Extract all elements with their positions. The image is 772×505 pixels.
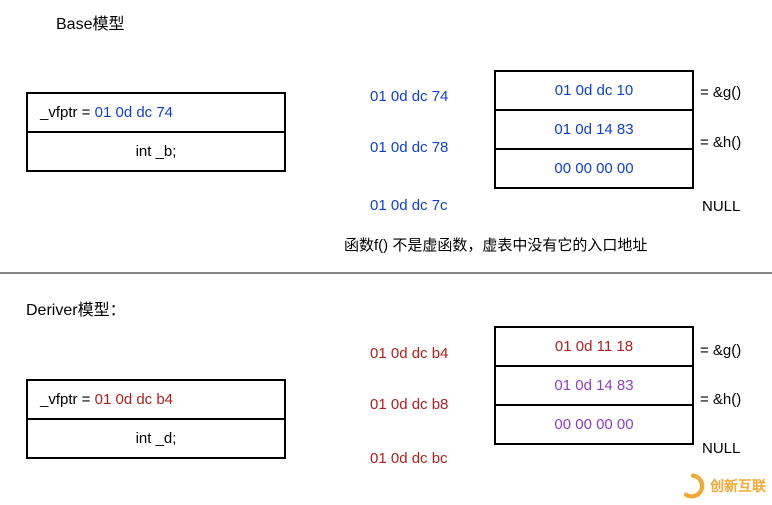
vtable-val-2: 00 00 00 00 — [554, 416, 633, 433]
deriver-object-box: _vfptr = 01 0d dc b4 int _d; — [26, 379, 286, 459]
vfptr-label: _vfptr = — [40, 104, 90, 121]
member-label: int _b; — [40, 143, 272, 160]
vtable-row-1: 01 0d 14 83 — [496, 367, 692, 406]
base-title: Base模型 — [56, 10, 124, 34]
watermark-text: 创新互联 — [710, 476, 766, 496]
vtable-row-1: 01 0d 14 83 — [496, 111, 692, 150]
base-addr-2: 01 0d dc 7c — [370, 197, 448, 214]
vtable-val-2: 00 00 00 00 — [554, 160, 633, 177]
vtable-row-2: 00 00 00 00 — [496, 406, 692, 443]
section-divider — [0, 272, 772, 274]
vfptr-value: 01 0d dc b4 — [95, 391, 173, 408]
base-member-row: int _b; — [28, 133, 284, 170]
vtable-val-1: 01 0d 14 83 — [554, 377, 633, 394]
watermark: 创新互联 — [680, 473, 766, 499]
deriver-eq-0: = &g() — [700, 342, 741, 359]
base-eq-0: = &g() — [700, 84, 741, 101]
vtable-val-1: 01 0d 14 83 — [554, 121, 633, 138]
deriver-member-row: int _d; — [28, 420, 284, 457]
base-eq-2: NULL — [702, 198, 740, 215]
base-vfptr-row: _vfptr = 01 0d dc 74 — [28, 94, 284, 133]
vtable-row-0: 01 0d dc 10 — [496, 72, 692, 111]
watermark-logo-icon — [680, 473, 706, 499]
deriver-eq-1: = &h() — [700, 391, 741, 408]
base-note: 函数f() 不是虚函数，虚表中没有它的入口地址 — [344, 234, 647, 255]
deriver-addr-2: 01 0d dc bc — [370, 450, 448, 467]
deriver-vtable: 01 0d 11 18 01 0d 14 83 00 00 00 00 — [494, 326, 694, 445]
vtable-row-0: 01 0d 11 18 — [496, 328, 692, 367]
vtable-val-0: 01 0d 11 18 — [555, 338, 633, 355]
base-object-box: _vfptr = 01 0d dc 74 int _b; — [26, 92, 286, 172]
base-addr-1: 01 0d dc 78 — [370, 139, 448, 156]
deriver-vfptr-row: _vfptr = 01 0d dc b4 — [28, 381, 284, 420]
deriver-addr-1: 01 0d dc b8 — [370, 396, 448, 413]
vfptr-label: _vfptr = — [40, 391, 90, 408]
deriver-addr-0: 01 0d dc b4 — [370, 345, 448, 362]
base-vtable: 01 0d dc 10 01 0d 14 83 00 00 00 00 — [494, 70, 694, 189]
base-eq-1: = &h() — [700, 134, 741, 151]
base-addr-0: 01 0d dc 74 — [370, 88, 448, 105]
member-label: int _d; — [40, 430, 272, 447]
deriver-eq-2: NULL — [702, 440, 740, 457]
vtable-row-2: 00 00 00 00 — [496, 150, 692, 187]
deriver-title: Deriver模型： — [26, 296, 126, 320]
vtable-val-0: 01 0d dc 10 — [555, 82, 633, 99]
vfptr-value: 01 0d dc 74 — [95, 104, 173, 121]
